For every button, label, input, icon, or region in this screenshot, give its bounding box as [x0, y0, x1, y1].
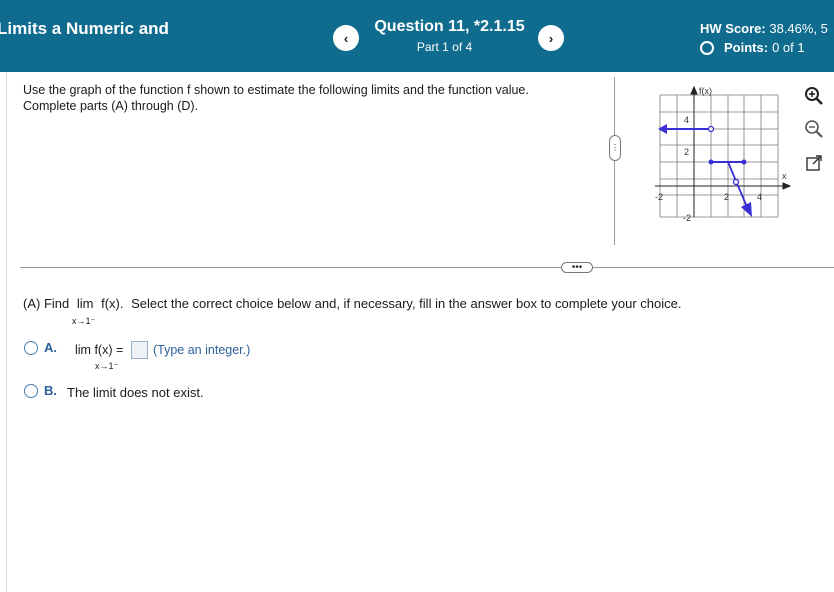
open-point-upper: [707, 125, 715, 133]
question-instruction: Select the correct choice below and, if …: [131, 296, 682, 311]
choice-a-expression: lim f(x) =: [75, 343, 124, 357]
choice-a-hint: (Type an integer.): [153, 343, 251, 357]
vertical-divider: [614, 77, 615, 245]
instructions-line-2: Complete parts (A) through (D).: [23, 99, 199, 113]
choice-b-letter: B.: [44, 383, 57, 398]
points-value: 0 of 1: [772, 40, 805, 55]
question-lim: lim: [76, 296, 94, 311]
choice-b-text: The limit does not exist.: [67, 385, 204, 400]
question-limit-subscript: x→1⁻: [72, 316, 96, 326]
previous-question-button[interactable]: ‹: [333, 25, 359, 51]
zoom-out-icon[interactable]: [803, 118, 825, 140]
choice-a-subscript: x→1⁻: [95, 361, 119, 371]
points-circle-icon: [700, 40, 714, 55]
answer-input-box[interactable]: [131, 341, 148, 359]
header-bar: Limits a Numeric and ‹ Question 11, *2.1…: [0, 0, 834, 72]
open-point-lower: [732, 178, 740, 186]
part-a-question: (A) Find lim f(x). Select the correct ch…: [23, 296, 681, 311]
choice-a-radio[interactable]: [24, 340, 38, 355]
handle-dots-icon: ⋮: [611, 143, 619, 152]
choice-a-letter: A.: [44, 340, 57, 355]
horizontal-divider: [20, 267, 834, 268]
down-arrow-icon: [741, 202, 752, 217]
vertical-resize-handle[interactable]: ⋮: [609, 135, 621, 161]
choice-b-radio[interactable]: [24, 383, 38, 398]
x-tick-4: 4: [757, 192, 762, 202]
section-title: Limits a Numeric and: [0, 19, 169, 38]
question-title: Question 11, *2.1.15: [374, 18, 525, 35]
zoom-in-icon[interactable]: [803, 85, 825, 107]
instructions-line-1: Use the graph of the function f shown to…: [23, 83, 529, 97]
y-tick-neg2: -2: [683, 213, 691, 223]
function-curve: [658, 124, 752, 217]
closed-point-right: [741, 159, 747, 165]
question-part: Part 1 of 4: [416, 40, 473, 54]
popout-icon[interactable]: [803, 152, 825, 174]
choice-a[interactable]: A.: [24, 340, 57, 355]
y-tick-2: 2: [684, 147, 689, 157]
x-axis-label: x: [782, 171, 787, 181]
closed-point-left: [708, 159, 714, 165]
horizontal-resize-handle[interactable]: •••: [561, 262, 593, 273]
left-arrow-icon: [658, 124, 667, 134]
hw-score-value: 38.46%, 5: [769, 21, 828, 36]
y-tick-4: 4: [684, 115, 689, 125]
left-border: [6, 72, 7, 592]
instructions: Use the graph of the function f shown to…: [23, 82, 529, 114]
hw-score-label: HW Score:: [700, 21, 766, 36]
y-axis-label: f(x): [699, 86, 712, 96]
points-label: Points:: [724, 40, 769, 55]
x-tick-neg2: -2: [655, 192, 663, 202]
choice-b[interactable]: B.: [24, 383, 57, 398]
graph-axes: [655, 85, 792, 217]
question-prefix: (A) Find: [23, 296, 70, 311]
hw-score: HW Score: 38.46%, 5: [700, 21, 828, 36]
x-tick-2: 2: [724, 192, 729, 202]
next-question-button[interactable]: ›: [538, 25, 564, 51]
question-expr: f(x).: [101, 296, 124, 311]
function-graph[interactable]: 4 2 -2 2 4 -2 f(x) x: [655, 83, 795, 233]
points: Points: 0 of 1: [700, 40, 805, 55]
handle-dots-icon: •••: [571, 261, 583, 273]
